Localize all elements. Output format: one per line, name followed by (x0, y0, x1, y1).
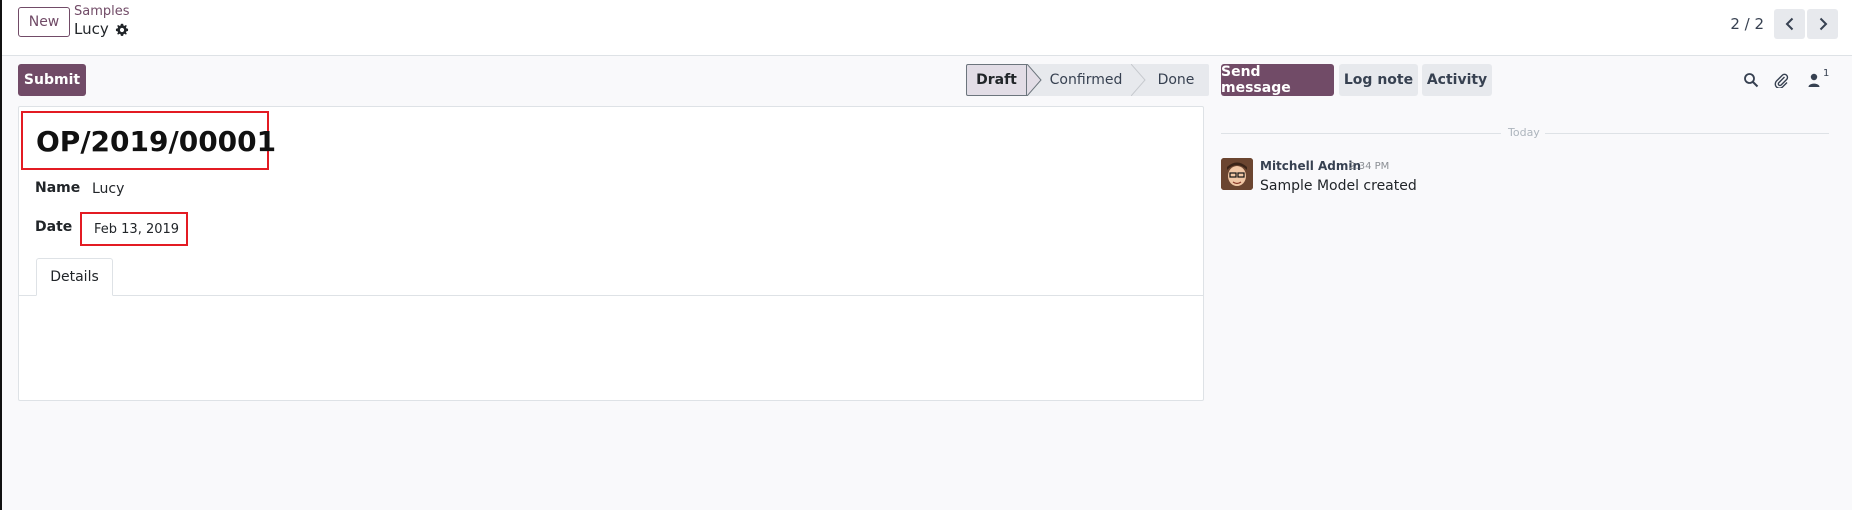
activity-button[interactable]: Activity (1422, 64, 1492, 96)
avatar[interactable] (1221, 158, 1253, 190)
date-field[interactable]: Feb 13, 2019 (80, 212, 188, 246)
status-bar: Draft Confirmed Done (966, 64, 1209, 96)
submit-button[interactable]: Submit (18, 64, 86, 96)
chevron-left-icon (1785, 17, 1793, 31)
message-body: Sample Model created (1260, 178, 1417, 194)
pager-previous-button[interactable] (1774, 9, 1805, 39)
breadcrumb: Samples Lucy (74, 5, 130, 37)
breadcrumb-current-label: Lucy (74, 20, 109, 38)
date-separator: Today (1221, 126, 1829, 140)
follower-count: 1 (1823, 68, 1830, 79)
date-label: Date (35, 219, 73, 235)
tab-details[interactable]: Details (36, 258, 113, 296)
log-note-button[interactable]: Log note (1339, 64, 1418, 96)
send-message-button[interactable]: Send message (1221, 64, 1334, 96)
paperclip-icon[interactable] (1773, 72, 1789, 88)
breadcrumb-samples-link[interactable]: Samples (74, 5, 130, 18)
user-icon[interactable] (1806, 72, 1822, 88)
stage-arrow-draft (1027, 64, 1042, 96)
stage-arrow-confirmed (1131, 64, 1146, 96)
notebook-tabs-border (18, 295, 1204, 296)
chevron-right-icon (1819, 17, 1827, 31)
stage-draft[interactable]: Draft (966, 64, 1027, 96)
pager-value[interactable]: 2 / 2 (1730, 15, 1764, 33)
date-separator-label: Today (1508, 126, 1540, 139)
new-button[interactable]: New (18, 7, 70, 37)
avatar-face-icon (1221, 158, 1253, 190)
gear-icon[interactable] (115, 23, 129, 37)
window-edge (0, 0, 2, 510)
search-icon[interactable] (1743, 72, 1759, 88)
pager-next-button[interactable] (1807, 9, 1838, 39)
name-label: Name (35, 180, 81, 196)
date-value: Feb 13, 2019 (94, 222, 180, 237)
message-author[interactable]: Mitchell Admin (1260, 159, 1361, 173)
name-field[interactable]: Lucy (92, 181, 124, 197)
breadcrumb-current: Lucy (74, 22, 130, 37)
control-panel: New Samples Lucy 2 / 2 (2, 0, 1852, 56)
message-time: 2:34 PM (1349, 161, 1390, 172)
record-name-field[interactable]: OP/2019/00001 (21, 111, 276, 170)
pager: 2 / 2 (1730, 9, 1838, 39)
record-name: OP/2019/00001 (36, 125, 277, 158)
